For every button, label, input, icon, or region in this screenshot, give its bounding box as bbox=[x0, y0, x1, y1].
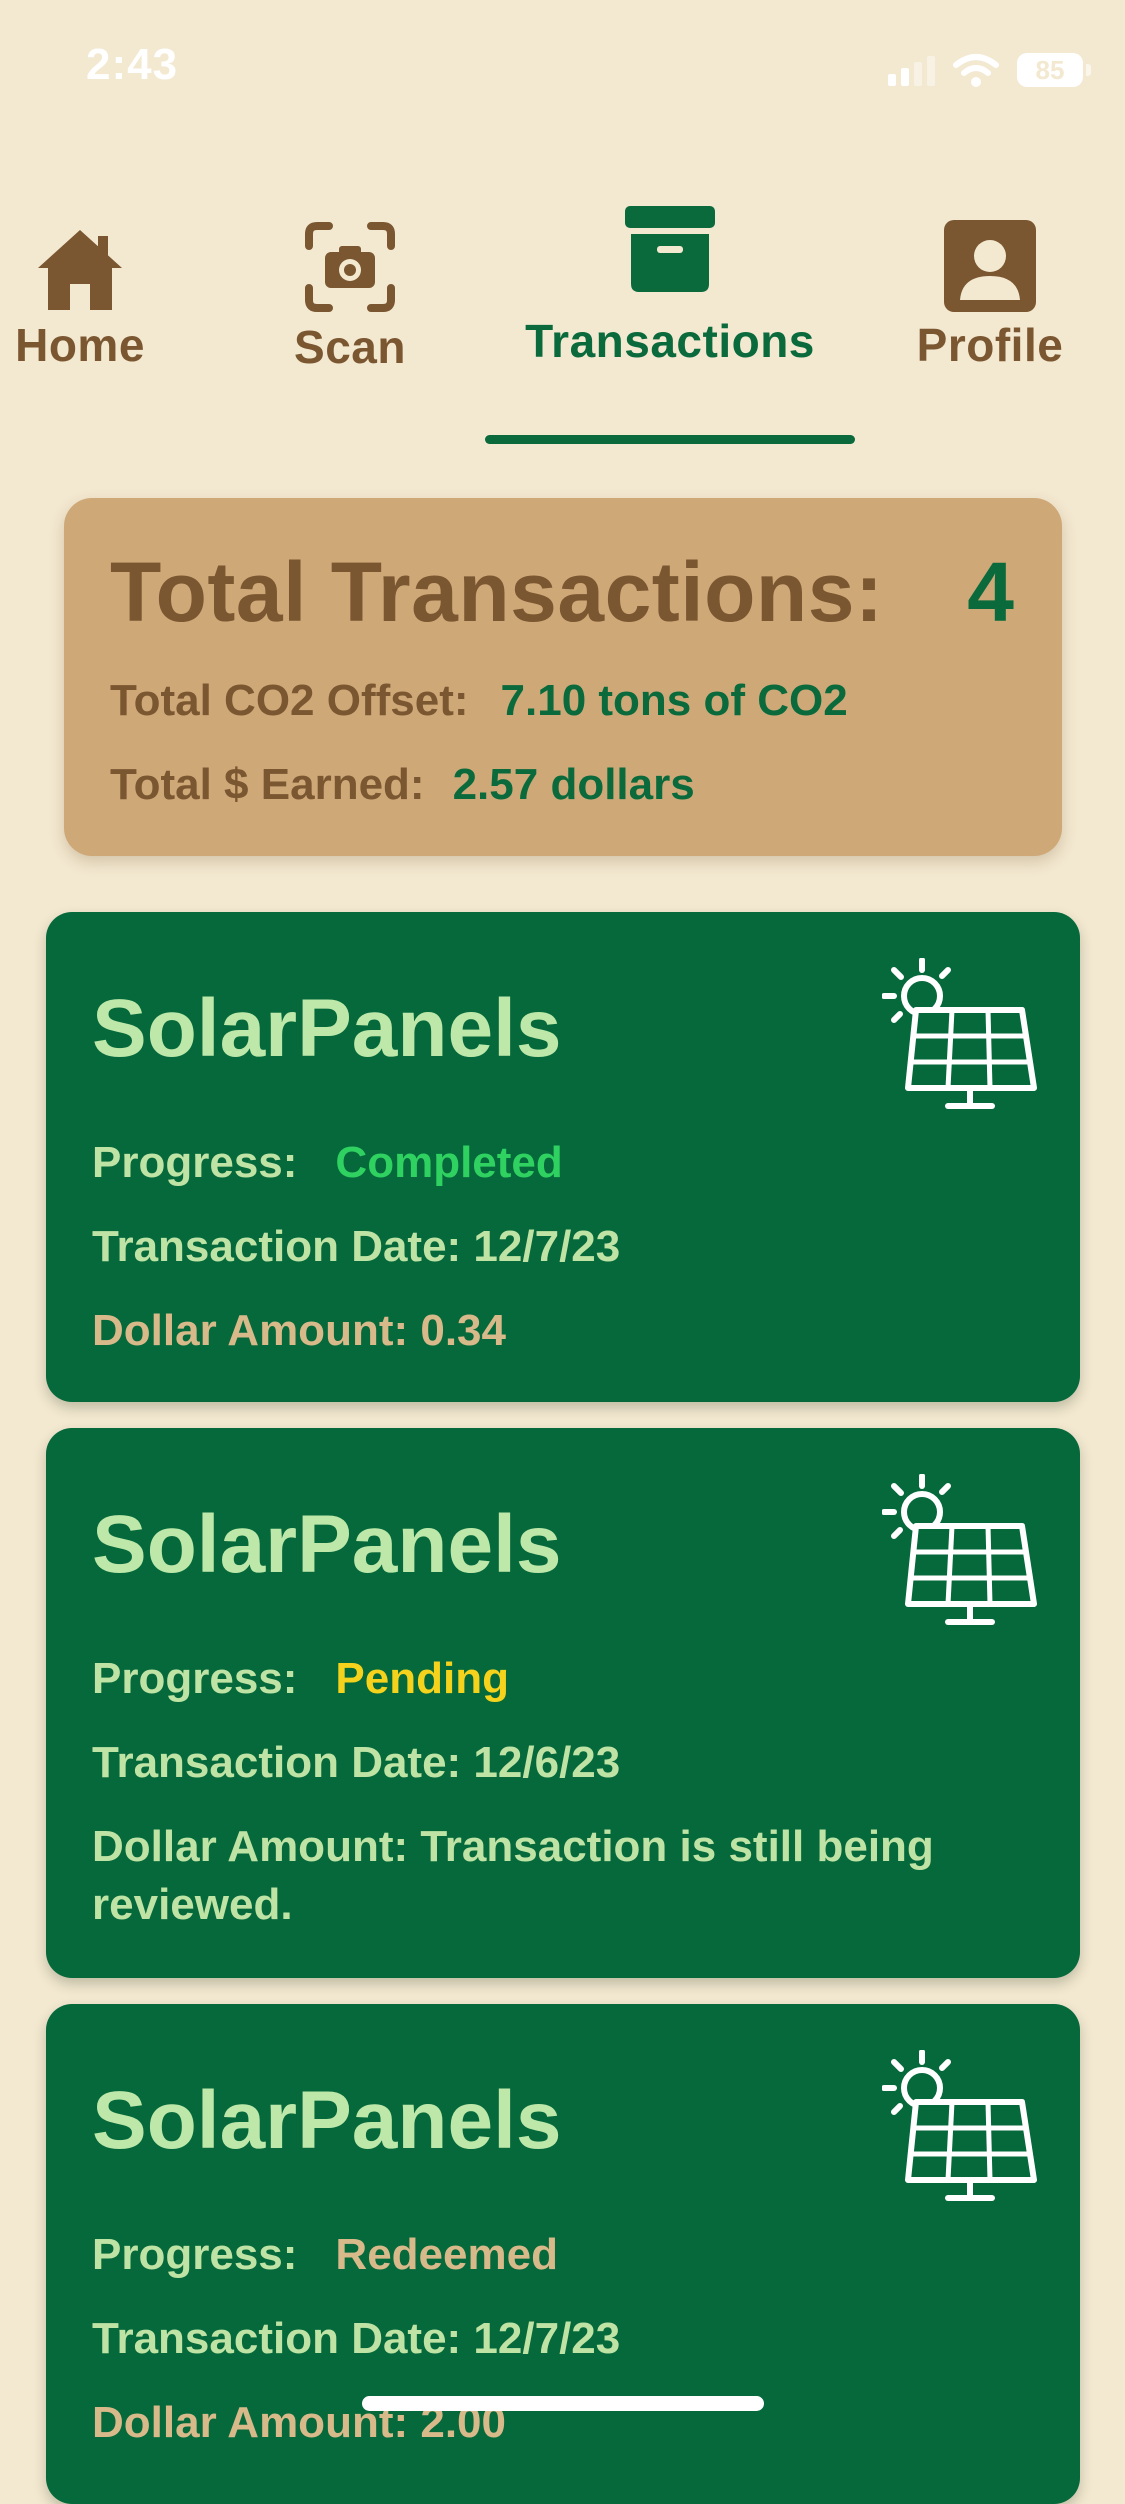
tab-label: Scan bbox=[294, 321, 406, 373]
person-icon bbox=[944, 220, 1036, 312]
progress-label: Progress: bbox=[92, 1138, 298, 1187]
tab-scan[interactable]: Scan bbox=[285, 220, 415, 374]
transaction-card[interactable]: SolarPanels Progress: Redeemed Transactio… bbox=[46, 2004, 1080, 2504]
home-indicator[interactable] bbox=[362, 2396, 764, 2411]
dollar-amount: Dollar Amount: 0.34 bbox=[92, 1306, 506, 1355]
co2-offset-row: Total CO2 Offset: 7.10 tons of CO2 bbox=[110, 676, 848, 726]
tab-label: Profile bbox=[916, 319, 1064, 371]
earned-label: Total $ Earned: bbox=[110, 760, 425, 809]
tab-home[interactable]: Home bbox=[10, 226, 150, 372]
battery-icon: 85 bbox=[1017, 53, 1091, 87]
dollar-amount: Dollar Amount: Transaction is still bein… bbox=[92, 1822, 934, 1929]
solar-panel-icon bbox=[882, 2050, 1038, 2202]
transaction-date: Transaction Date: 12/6/23 bbox=[92, 1738, 621, 1787]
tab-transactions[interactable]: Transactions bbox=[520, 206, 820, 368]
transaction-title: SolarPanels bbox=[92, 983, 562, 1074]
tab-label: Home bbox=[15, 319, 145, 371]
progress-row: Progress: Completed bbox=[92, 1134, 563, 1192]
wifi-icon bbox=[953, 54, 999, 87]
earned-row: Total $ Earned: 2.57 dollars bbox=[110, 760, 695, 810]
progress-row: Progress: Redeemed bbox=[92, 2226, 558, 2284]
earned-value: 2.57 dollars bbox=[452, 760, 695, 809]
progress-label: Progress: bbox=[92, 1654, 298, 1703]
total-transactions-count: 4 bbox=[967, 545, 1014, 639]
status-icons: 85 bbox=[888, 48, 1091, 92]
progress-row: Progress: Pending bbox=[92, 1650, 509, 1708]
transaction-card[interactable]: SolarPanels Progress: Pending Transaction… bbox=[46, 1428, 1080, 1978]
transaction-title: SolarPanels bbox=[92, 1499, 562, 1590]
transaction-date: Transaction Date: 12/7/23 bbox=[92, 1222, 621, 1271]
status-bar: 2:43 85 bbox=[0, 0, 1125, 140]
co2-offset-label: Total CO2 Offset: bbox=[110, 676, 469, 725]
solar-panel-icon bbox=[882, 1474, 1038, 1626]
home-icon bbox=[38, 230, 122, 310]
transaction-date: Transaction Date: 12/7/23 bbox=[92, 2314, 621, 2363]
cellular-signal-icon bbox=[888, 54, 935, 86]
archive-box-icon bbox=[625, 206, 715, 292]
camera-scan-icon bbox=[305, 222, 395, 312]
top-tab-bar: Home Scan Transactions Profile bbox=[0, 190, 1125, 450]
status-time: 2:43 bbox=[86, 40, 179, 89]
solar-panel-icon bbox=[882, 958, 1038, 1110]
status-badge: Pending bbox=[335, 1654, 509, 1703]
total-transactions-label: Total Transactions: bbox=[110, 545, 884, 639]
summary-card: Total Transactions: 4 Total CO2 Offset: 7… bbox=[64, 498, 1062, 856]
transaction-card[interactable]: SolarPanels Progress: Completed Transacti… bbox=[46, 912, 1080, 1402]
co2-offset-value: 7.10 tons of CO2 bbox=[500, 676, 848, 725]
tab-profile[interactable]: Profile bbox=[910, 220, 1070, 372]
transaction-title: SolarPanels bbox=[92, 2075, 562, 2166]
status-badge: Redeemed bbox=[335, 2230, 558, 2279]
progress-label: Progress: bbox=[92, 2230, 298, 2279]
tab-label: Transactions bbox=[525, 315, 815, 367]
status-badge: Completed bbox=[335, 1138, 563, 1187]
active-tab-indicator bbox=[485, 435, 855, 444]
